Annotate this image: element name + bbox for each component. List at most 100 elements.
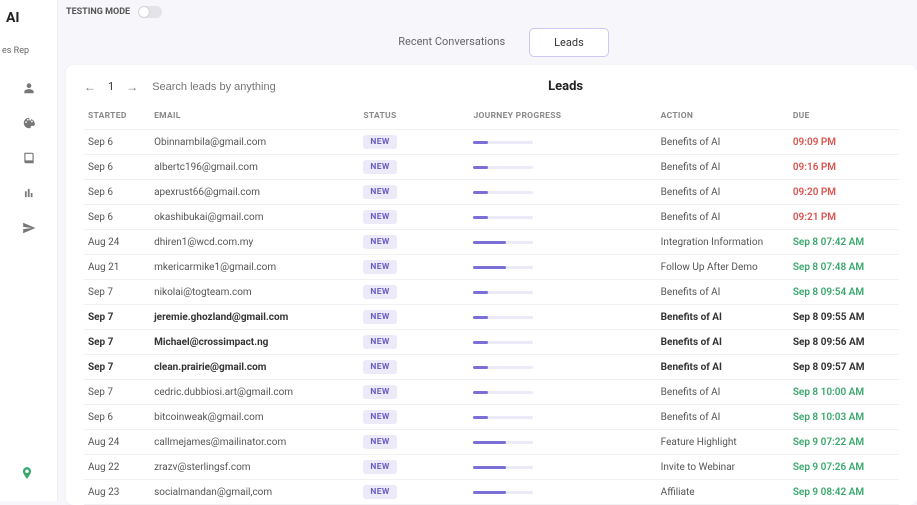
progress-bar xyxy=(473,316,533,319)
cell-started: Aug 22 xyxy=(84,455,150,480)
cell-status: NEW xyxy=(359,405,469,430)
status-badge: NEW xyxy=(363,385,396,399)
progress-bar xyxy=(473,291,533,294)
leads-card: ← 1 → Leads STARTED EMAIL STATUS JOURNEY… xyxy=(66,65,917,505)
col-status[interactable]: STATUS xyxy=(359,106,469,130)
progress-bar xyxy=(473,241,533,244)
table-row[interactable]: Sep 6okashibukai@gmail.com NEW Benefits of… xyxy=(84,205,899,230)
status-badge: NEW xyxy=(363,210,396,224)
table-row[interactable]: Aug 24dhiren1@wcd.com.myNEW Integration I… xyxy=(84,230,899,255)
analytics-icon[interactable] xyxy=(22,186,36,203)
status-badge: NEW xyxy=(363,135,396,149)
left-rail: AI es Rep xyxy=(0,0,58,501)
cell-started: Sep 7 xyxy=(84,330,150,355)
cell-email: albertc196@gmail.com xyxy=(150,155,359,180)
cell-due: Sep 8 09:55 AM xyxy=(789,305,899,330)
search-input[interactable] xyxy=(152,81,352,93)
cell-email: cedric.dubbiosi.art@gmail.com xyxy=(150,380,359,405)
cell-status: NEW xyxy=(359,205,469,230)
table-row[interactable]: Sep 7nikolai@togteam.comNEWBenefits of A… xyxy=(84,280,899,305)
col-email[interactable]: EMAIL xyxy=(150,106,359,130)
send-icon[interactable] xyxy=(22,221,36,238)
table-row[interactable]: Sep 6bitcoinweak@gmail.com NEW Benefits of… xyxy=(84,405,899,430)
cell-action: Benefits of AI xyxy=(657,280,789,305)
cell-journey xyxy=(469,430,656,455)
progress-bar xyxy=(473,366,533,369)
table-row[interactable]: Aug 21mkericarmike1@gmail.comNEWFollow U… xyxy=(84,255,899,280)
pager-prev-icon[interactable]: ← xyxy=(84,80,96,94)
status-badge: NEW xyxy=(363,360,396,374)
tab-recent-conversations[interactable]: Recent Conversations xyxy=(374,28,529,57)
table-row[interactable]: Sep 6Obinnambila@gmail.comNEWBenefits of… xyxy=(84,130,899,155)
progress-bar xyxy=(473,166,533,169)
cell-status: NEW xyxy=(359,330,469,355)
brand-logo: AI xyxy=(0,10,57,26)
col-due[interactable]: DUE xyxy=(789,106,899,130)
progress-bar xyxy=(473,216,533,219)
status-badge: NEW xyxy=(363,410,396,424)
table-title: Leads xyxy=(352,79,779,94)
cell-action: Feature Highlight xyxy=(657,430,789,455)
cell-action: Invite to Webinar xyxy=(657,455,789,480)
cell-email: zrazv@sterlingsf.com xyxy=(150,455,359,480)
table-row[interactable]: Aug 24callmejames@mailinator.comNEWFeatu… xyxy=(84,430,899,455)
cell-email: bitcoinweak@gmail.com xyxy=(150,405,359,430)
cell-action: Benefits of AI xyxy=(657,330,789,355)
table-row[interactable]: Aug 22zrazv@sterlingsf.comNEWInvite to W… xyxy=(84,455,899,480)
palette-icon[interactable] xyxy=(22,116,36,133)
cell-started: Aug 24 xyxy=(84,430,150,455)
cell-email: dhiren1@wcd.com.my xyxy=(150,230,359,255)
pager-next-icon[interactable]: → xyxy=(126,80,138,94)
status-badge: NEW xyxy=(363,185,396,199)
cell-journey xyxy=(469,305,656,330)
cell-due: Sep 8 10:00 AM xyxy=(789,380,899,405)
cell-started: Sep 6 xyxy=(84,405,150,430)
cell-journey xyxy=(469,380,656,405)
table-row[interactable]: Sep 7clean.prairie@gmail.comNEWBenefits … xyxy=(84,355,899,380)
cell-status: NEW xyxy=(359,305,469,330)
table-row[interactable]: Sep 7cedric.dubbiosi.art@gmail.comNEWBen… xyxy=(84,380,899,405)
cell-started: Sep 6 xyxy=(84,205,150,230)
user-icon[interactable] xyxy=(22,81,36,98)
pager-page: 1 xyxy=(108,80,114,93)
table-row[interactable]: Sep 7Michael@crossimpact.ngNEWBenefits o… xyxy=(84,330,899,355)
cell-status: NEW xyxy=(359,355,469,380)
col-action[interactable]: ACTION xyxy=(657,106,789,130)
cell-journey xyxy=(469,230,656,255)
cell-due: 09:09 PM xyxy=(789,130,899,155)
cell-due: Sep 8 09:56 AM xyxy=(789,330,899,355)
cell-started: Sep 7 xyxy=(84,380,150,405)
table-row[interactable]: Sep 6apexrust66@gmail.comNEWBenefits of … xyxy=(84,180,899,205)
cell-started: Aug 24 xyxy=(84,230,150,255)
cell-action: Integration Information xyxy=(657,230,789,255)
testing-mode-toggle[interactable] xyxy=(138,6,162,18)
cell-status: NEW xyxy=(359,430,469,455)
table-row[interactable]: Sep 7jeremie.ghozland@gmail.comNEWBenefi… xyxy=(84,305,899,330)
leads-table: STARTED EMAIL STATUS JOURNEY PROGRESS AC… xyxy=(84,106,899,505)
cell-action: Benefits of AI xyxy=(657,405,789,430)
cell-started: Aug 21 xyxy=(84,255,150,280)
status-badge: NEW xyxy=(363,485,396,499)
cell-action: Benefits of AI xyxy=(657,205,789,230)
cell-journey xyxy=(469,280,656,305)
status-badge: NEW xyxy=(363,335,396,349)
cell-email: okashibukai@gmail.com xyxy=(150,205,359,230)
cell-started: Sep 6 xyxy=(84,180,150,205)
cell-status: NEW xyxy=(359,230,469,255)
col-journey[interactable]: JOURNEY PROGRESS xyxy=(469,106,656,130)
cell-action: Follow Up After Demo xyxy=(657,255,789,280)
progress-bar xyxy=(473,416,533,419)
cell-started: Sep 6 xyxy=(84,130,150,155)
cell-status: NEW xyxy=(359,155,469,180)
cell-journey xyxy=(469,255,656,280)
status-indicator-icon xyxy=(20,466,34,483)
cell-due: 09:21 PM xyxy=(789,205,899,230)
cell-journey xyxy=(469,155,656,180)
book-icon[interactable] xyxy=(22,151,36,168)
tab-leads[interactable]: Leads xyxy=(529,28,609,57)
cell-action: Benefits of AI xyxy=(657,180,789,205)
table-row[interactable]: Sep 6albertc196@gmail.comNEWBenefits of … xyxy=(84,155,899,180)
cell-due: Sep 9 07:22 AM xyxy=(789,430,899,455)
cell-due: 09:20 PM xyxy=(789,180,899,205)
col-started[interactable]: STARTED xyxy=(84,106,150,130)
